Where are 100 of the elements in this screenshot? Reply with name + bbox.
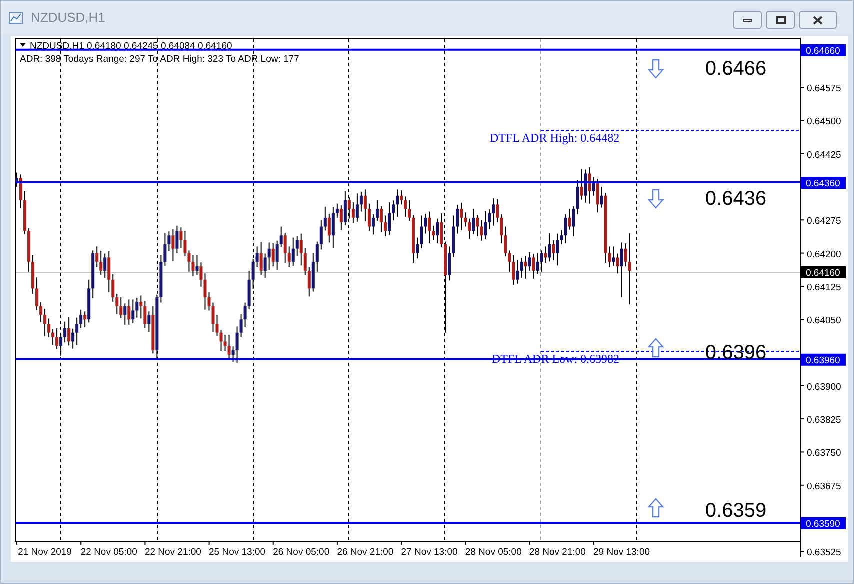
candlestick xyxy=(256,246,259,268)
candlestick xyxy=(468,218,472,240)
candlestick xyxy=(36,277,39,311)
candlestick xyxy=(524,255,528,280)
candlestick xyxy=(540,250,544,272)
candlestick xyxy=(44,308,47,337)
candlestick xyxy=(580,168,584,200)
candlestick xyxy=(552,240,556,261)
candlestick xyxy=(472,208,476,235)
candlestick xyxy=(140,295,143,320)
close-button[interactable] xyxy=(799,11,837,29)
candlestick xyxy=(220,330,223,352)
candlestick xyxy=(128,299,131,326)
candlestick xyxy=(200,262,203,288)
chart-window-icon xyxy=(9,11,23,25)
candlestick xyxy=(396,189,399,218)
restore-button[interactable] xyxy=(766,11,795,29)
candlestick xyxy=(612,246,616,267)
candlestick xyxy=(480,220,484,242)
candlestick xyxy=(380,206,383,233)
candlestick xyxy=(184,230,187,257)
candlestick xyxy=(320,220,323,250)
candlestick xyxy=(588,167,592,204)
candlestick xyxy=(176,225,179,254)
candlestick xyxy=(432,225,436,241)
level-price-label: 0.6359 xyxy=(705,500,767,522)
price-axis-label: 0.63525 xyxy=(807,548,842,559)
candlestick xyxy=(620,242,624,298)
candlestick xyxy=(168,231,171,252)
candlestick xyxy=(276,240,279,271)
candlestick xyxy=(332,206,335,248)
price-axis-label: 0.64575 xyxy=(807,84,842,95)
candlestick xyxy=(292,237,295,267)
candlestick xyxy=(464,212,468,228)
price-axis-label: 0.63900 xyxy=(807,382,842,393)
candlestick xyxy=(392,200,395,222)
candlestick xyxy=(260,242,263,276)
candlestick xyxy=(584,169,588,204)
candlestick xyxy=(560,230,564,245)
candlestick xyxy=(532,254,536,280)
candlestick xyxy=(628,232,632,306)
candlestick xyxy=(316,241,319,272)
candlestick xyxy=(424,213,428,234)
candlestick xyxy=(376,200,379,222)
candlestick xyxy=(104,253,107,279)
candlestick xyxy=(148,311,151,332)
close-icon xyxy=(813,16,823,24)
candlestick xyxy=(520,258,524,279)
candlestick xyxy=(456,204,460,234)
candlestick xyxy=(564,214,568,244)
time-axis-label: 29 Nov 13:00 xyxy=(594,547,650,558)
price-axis-label: 0.63675 xyxy=(807,481,842,492)
candlestick xyxy=(40,302,43,323)
candlestick xyxy=(192,255,195,277)
level-axis-tag: 0.64360 xyxy=(801,177,846,190)
candlestick xyxy=(296,236,299,256)
candlestick xyxy=(120,297,123,319)
candlestick xyxy=(548,232,552,262)
candlestick xyxy=(208,292,211,312)
candlestick xyxy=(624,243,628,268)
candlestick xyxy=(308,266,311,298)
time-axis-label: 22 Nov 05:00 xyxy=(80,547,138,558)
candlestick xyxy=(288,246,291,268)
candlestick xyxy=(484,210,488,240)
level-axis-tag: 0.63590 xyxy=(801,517,846,530)
candlestick xyxy=(236,326,239,364)
candlestick xyxy=(240,314,243,338)
candlestick xyxy=(116,293,119,315)
candlestick xyxy=(368,203,371,232)
minimize-button[interactable] xyxy=(733,11,762,29)
candlestick xyxy=(304,247,307,276)
candlestick xyxy=(264,253,267,279)
price-axis-label: 0.64425 xyxy=(807,150,842,161)
candlestick xyxy=(352,202,355,224)
time-axis-label: 28 Nov 05:00 xyxy=(465,547,522,558)
candlestick xyxy=(404,196,407,218)
time-axis-label: 26 Nov 05:00 xyxy=(273,547,330,558)
candlestick xyxy=(136,297,139,318)
candlestick xyxy=(48,318,51,338)
candlestick xyxy=(364,189,367,222)
candlestick xyxy=(52,328,55,346)
candlestick xyxy=(568,208,572,230)
candlestick xyxy=(228,334,231,360)
candlestick xyxy=(224,334,227,352)
candlestick xyxy=(212,302,215,332)
candlestick xyxy=(204,273,207,310)
candlestick xyxy=(388,202,391,236)
candlestick xyxy=(112,274,115,302)
candlestick xyxy=(164,232,167,267)
candlestick xyxy=(408,200,412,222)
candlestick xyxy=(528,252,532,272)
candlestick xyxy=(460,202,464,231)
level-price-label: 0.6436 xyxy=(705,188,767,210)
candlestick xyxy=(592,176,596,196)
time-axis-label: 28 Nov 21:00 xyxy=(529,547,586,558)
candlestick xyxy=(476,214,480,237)
candlestick xyxy=(504,226,508,257)
candlestick xyxy=(268,242,271,271)
price-axis-label: 0.64050 xyxy=(807,316,842,327)
candlestick xyxy=(360,191,363,212)
